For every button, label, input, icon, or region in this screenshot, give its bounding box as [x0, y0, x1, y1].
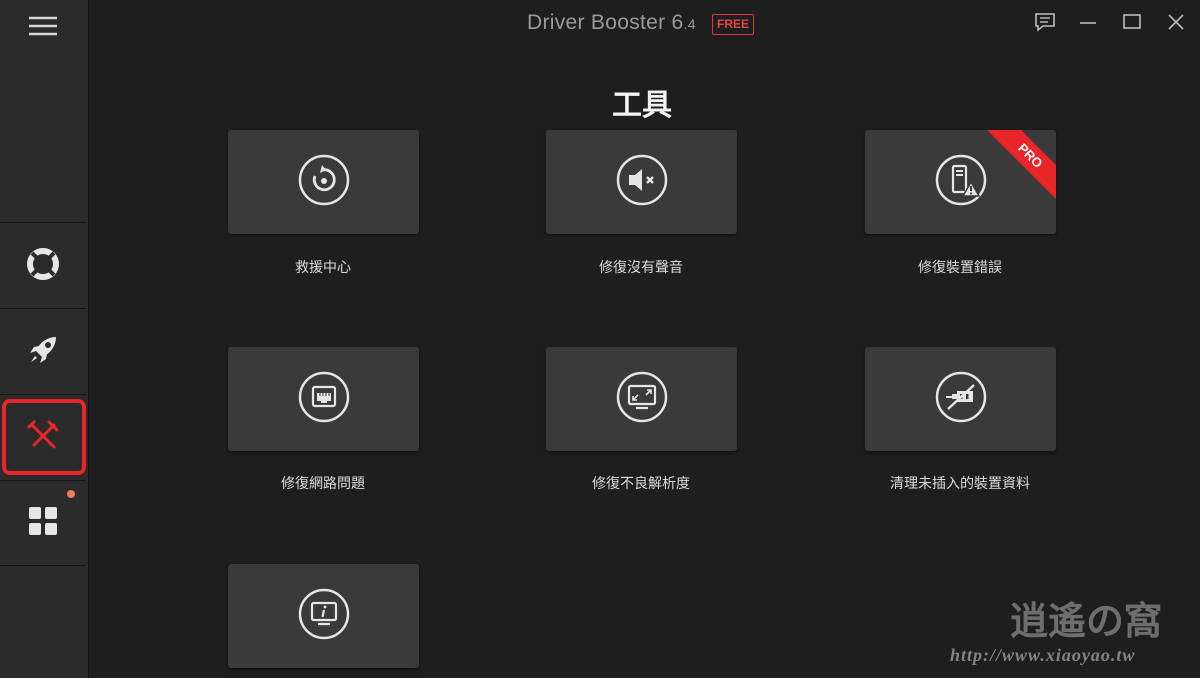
- minimize-button[interactable]: [1076, 12, 1100, 36]
- hamburger-menu-icon: [28, 15, 58, 41]
- maximize-icon: [1122, 12, 1142, 36]
- notification-dot: [67, 490, 75, 498]
- app-name: Driver Booster 6: [527, 11, 684, 34]
- tool-rescue-center[interactable]: [228, 130, 419, 234]
- watermark-logo: 逍遙の窩: [1010, 598, 1163, 643]
- watermark-url: http://www.xiaoyao.tw: [950, 645, 1136, 665]
- minimize-icon: [1078, 12, 1098, 36]
- maximize-button[interactable]: [1120, 12, 1144, 36]
- feedback-button[interactable]: [1033, 12, 1057, 36]
- system-info-icon: [298, 588, 350, 644]
- tool-label: 救援中心: [295, 260, 351, 276]
- sound-mute-icon: [616, 154, 668, 210]
- tool-label: 修復網路問題: [281, 476, 365, 492]
- sidebar-item-tools[interactable]: [0, 395, 86, 481]
- pro-badge: PRO: [981, 130, 1056, 205]
- tool-label: 修復裝置錯誤: [918, 260, 1002, 276]
- network-port-icon: [298, 371, 350, 427]
- app-version: .4: [683, 16, 696, 32]
- tool-label: 修復不良解析度: [592, 476, 690, 492]
- lifebuoy-icon: [25, 246, 61, 286]
- close-icon: [1166, 12, 1186, 36]
- device-error-icon: [935, 154, 987, 210]
- tools-icon: [26, 419, 60, 457]
- tool-system-info[interactable]: [228, 564, 419, 668]
- rescue-restore-icon: [298, 154, 350, 210]
- close-button[interactable]: [1164, 12, 1188, 36]
- app-title: Driver Booster 6.4: [527, 11, 696, 35]
- monitor-resolution-icon: [616, 371, 668, 427]
- sidebar: [0, 0, 89, 678]
- tool-fix-network[interactable]: [228, 347, 419, 451]
- tool-clean-unplugged-devices[interactable]: [865, 347, 1056, 451]
- tool-fix-device-error[interactable]: PRO: [865, 130, 1056, 234]
- apps-grid-icon: [28, 506, 58, 540]
- page-title: 工具: [612, 88, 672, 123]
- rocket-icon: [25, 332, 61, 372]
- feedback-icon: [1034, 12, 1056, 36]
- unplugged-device-icon: [935, 371, 987, 427]
- tool-label: 清理未插入的裝置資料: [890, 476, 1030, 492]
- sidebar-item-boost[interactable]: [0, 309, 86, 395]
- free-badge: FREE: [712, 14, 755, 35]
- title-bar: Driver Booster 6.4 FREE: [89, 0, 1200, 50]
- tool-fix-resolution[interactable]: [546, 347, 737, 451]
- sidebar-menu-button[interactable]: [0, 0, 86, 223]
- sidebar-item-rescue[interactable]: [0, 223, 86, 309]
- tool-fix-no-sound[interactable]: [546, 130, 737, 234]
- tool-label: 修復沒有聲音: [599, 260, 683, 276]
